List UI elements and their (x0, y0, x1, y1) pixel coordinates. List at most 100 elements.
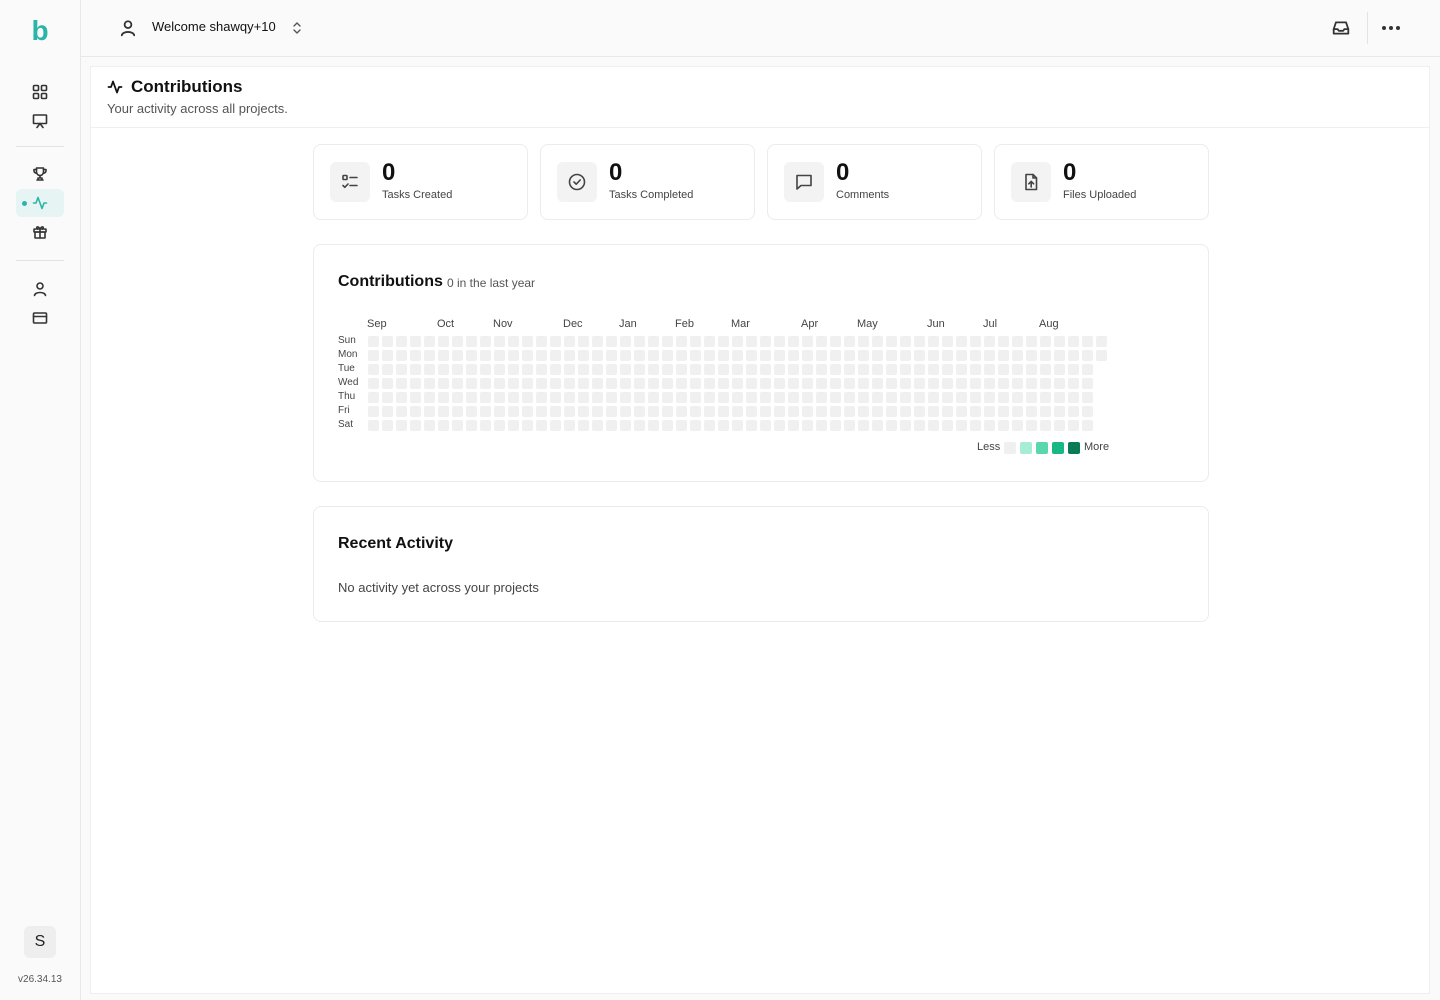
heatmap-cell (956, 420, 967, 431)
heatmap-cell (928, 406, 939, 417)
heatmap-cell (1054, 406, 1065, 417)
heatmap-cell (844, 420, 855, 431)
heatmap-cell (1026, 350, 1037, 361)
heatmap-cell (620, 378, 631, 389)
sidebar-item-dashboard[interactable] (16, 78, 64, 106)
heatmap-cell (690, 420, 701, 431)
heatmap-cell (578, 336, 589, 347)
heatmap-cell (578, 406, 589, 417)
heatmap-cell (886, 350, 897, 361)
heatmap-cell (802, 378, 813, 389)
heatmap-cell (690, 378, 701, 389)
heatmap-cell (704, 378, 715, 389)
heatmap-cell (914, 392, 925, 403)
heatmap-cell (886, 378, 897, 389)
heatmap-cell (914, 364, 925, 375)
heatmap-cell (858, 364, 869, 375)
heatmap-cell (928, 420, 939, 431)
heatmap-cell (816, 336, 827, 347)
heatmap-cell (942, 378, 953, 389)
active-indicator (22, 201, 27, 206)
month-label: Nov (493, 318, 513, 330)
heatmap-cell (522, 364, 533, 375)
avatar[interactable]: S (24, 926, 56, 958)
app-logo[interactable]: b (28, 16, 52, 46)
heatmap-cell (606, 336, 617, 347)
heatmap-cell (942, 392, 953, 403)
heatmap-cell (424, 364, 435, 375)
heatmap-cell (452, 350, 463, 361)
activity-icon (107, 79, 123, 95)
page-header: Contributions Your activity across all p… (91, 67, 1429, 128)
heatmap-cell (466, 364, 477, 375)
chevron-updown-icon[interactable] (291, 20, 303, 36)
trophy-icon (33, 167, 47, 181)
sidebar-item-profile[interactable] (16, 275, 64, 303)
stat-card-tasks-created: 0 Tasks Created (313, 144, 528, 220)
heatmap-cell (494, 406, 505, 417)
stat-card-tasks-completed: 0 Tasks Completed (540, 144, 755, 220)
heatmap-cell (998, 392, 1009, 403)
heatmap-cell (998, 350, 1009, 361)
sidebar-item-presentation[interactable] (16, 107, 64, 135)
heatmap-cell (494, 392, 505, 403)
month-label: Feb (675, 318, 694, 330)
workspace-switcher[interactable]: Welcome shawqy+10 (152, 19, 276, 34)
heatmap-cell (914, 420, 925, 431)
heatmap-cell (732, 336, 743, 347)
heatmap-cell (830, 336, 841, 347)
recent-activity-title: Recent Activity (338, 535, 453, 552)
heatmap-cell (704, 350, 715, 361)
heatmap-cell (494, 378, 505, 389)
heatmap-cell (704, 392, 715, 403)
heatmap-cell (452, 364, 463, 375)
heatmap-cell (746, 392, 757, 403)
month-label: Jun (927, 318, 945, 330)
heatmap-cell (956, 406, 967, 417)
heatmap-cell (1068, 378, 1079, 389)
heatmap-cell (508, 350, 519, 361)
heatmap-cell (690, 350, 701, 361)
heatmap-cell (550, 420, 561, 431)
heatmap-cell (648, 392, 659, 403)
day-label: Thu (338, 391, 356, 402)
heatmap-cell (886, 364, 897, 375)
heatmap-cell (830, 378, 841, 389)
heatmap-cell (774, 350, 785, 361)
heatmap-cell (536, 392, 547, 403)
heatmap-cell (970, 336, 981, 347)
more-icon[interactable] (1380, 19, 1402, 37)
heatmap-cell (830, 406, 841, 417)
heatmap-cell (662, 350, 673, 361)
heatmap-cell (1012, 364, 1023, 375)
heatmap-cell (1068, 420, 1079, 431)
sidebar-item-trophy[interactable] (16, 160, 64, 188)
heatmap-cell (984, 364, 995, 375)
sidebar-item-billing[interactable] (16, 304, 64, 332)
heatmap-cell (844, 364, 855, 375)
heatmap-cell (480, 420, 491, 431)
sidebar-item-gift[interactable] (16, 218, 64, 246)
heatmap-cell (1026, 364, 1037, 375)
heatmap-cell (606, 364, 617, 375)
heatmap-cell (816, 406, 827, 417)
heatmap-cell (564, 336, 575, 347)
heatmap-cell (746, 406, 757, 417)
sidebar-item-contributions[interactable] (16, 189, 64, 217)
heatmap-cell (494, 350, 505, 361)
heatmap-cell (676, 378, 687, 389)
heatmap-cell (396, 350, 407, 361)
heatmap-cell (858, 406, 869, 417)
header-divider (1367, 12, 1368, 44)
heatmap-cell (1082, 420, 1093, 431)
day-label: Fri (338, 405, 350, 416)
heatmap-cell (522, 406, 533, 417)
heatmap-cell (1026, 420, 1037, 431)
heatmap-cell (522, 336, 533, 347)
heatmap-cell (984, 336, 995, 347)
heatmap-cell (718, 420, 729, 431)
inbox-icon[interactable] (1332, 19, 1350, 37)
heatmap-cell (1054, 350, 1065, 361)
heatmap-cell (494, 336, 505, 347)
heatmap-cell (1040, 420, 1051, 431)
